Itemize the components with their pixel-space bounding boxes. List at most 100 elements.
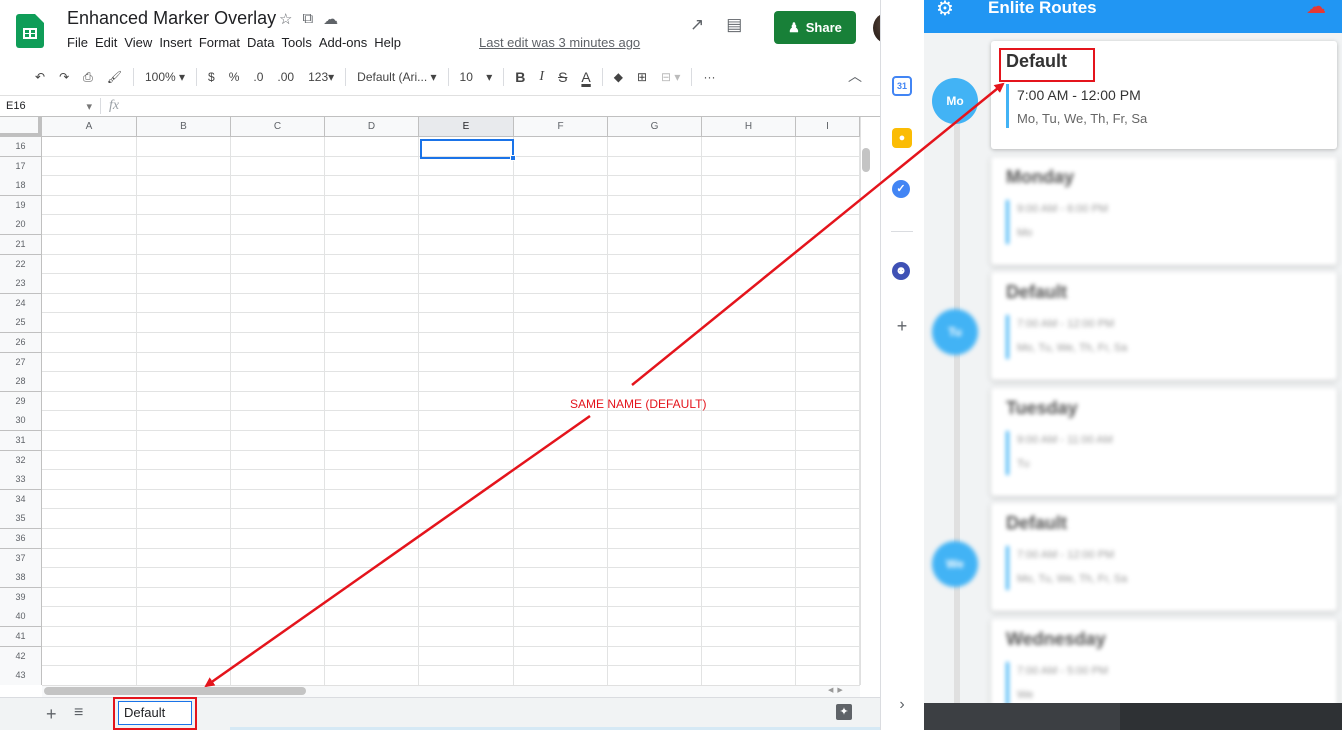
menu-item-data[interactable]: Data bbox=[247, 35, 274, 50]
row-header-35[interactable]: 35 bbox=[0, 509, 42, 530]
italic-button[interactable]: I bbox=[532, 69, 551, 85]
row-header-36[interactable]: 36 bbox=[0, 529, 42, 549]
horizontal-scroll-thumb[interactable] bbox=[44, 687, 306, 695]
row-header-39[interactable]: 39 bbox=[0, 587, 42, 608]
column-header-g[interactable]: G bbox=[608, 117, 702, 137]
document-title[interactable]: Enhanced Marker Overlay bbox=[67, 8, 276, 29]
font-size-select[interactable]: 10 ▾ bbox=[453, 70, 500, 84]
currency-format-button[interactable]: $ bbox=[201, 70, 222, 84]
more-formats-select[interactable]: 123▾ bbox=[301, 70, 341, 84]
row-header-26[interactable]: 26 bbox=[0, 333, 42, 353]
fill-handle[interactable] bbox=[510, 155, 516, 161]
row-header-29[interactable]: 29 bbox=[0, 391, 42, 412]
comments-icon[interactable]: ▤ bbox=[726, 15, 742, 35]
font-select[interactable]: Default (Ari... ▾ bbox=[350, 70, 443, 84]
row-header-25[interactable]: 25 bbox=[0, 313, 42, 334]
row-header-33[interactable]: 33 bbox=[0, 470, 42, 491]
zoom-select[interactable]: 100% ▾ bbox=[138, 70, 192, 84]
merge-cells-icon[interactable]: ⊟ ▾ bbox=[654, 70, 687, 84]
menu-item-format[interactable]: Format bbox=[199, 35, 240, 50]
increase-decimal-button[interactable]: .00 bbox=[270, 70, 301, 84]
calendar-icon[interactable]: 31 bbox=[892, 76, 912, 96]
vertical-scroll-thumb[interactable] bbox=[862, 148, 870, 172]
route-card[interactable]: Default 7:00 AM - 12:00 PM Mo, Tu, We, Th,… bbox=[991, 503, 1337, 611]
row-header-22[interactable]: 22 bbox=[0, 254, 42, 275]
row-header-43[interactable]: 43 bbox=[0, 666, 42, 685]
row-header-42[interactable]: 42 bbox=[0, 646, 42, 667]
menu-item-view[interactable]: View bbox=[124, 35, 152, 50]
row-header-17[interactable]: 17 bbox=[0, 156, 42, 177]
row-header-16[interactable]: 16 bbox=[0, 137, 42, 157]
undo-icon[interactable]: ↶ bbox=[28, 70, 52, 84]
activity-trend-icon[interactable]: ↗ bbox=[690, 15, 704, 35]
route-card[interactable]: Wednesday 7:00 AM - 5:00 PM We bbox=[991, 619, 1337, 703]
sheets-logo-icon[interactable] bbox=[16, 14, 44, 48]
scroll-left-icon[interactable]: ◀ bbox=[828, 686, 833, 694]
row-header-37[interactable]: 37 bbox=[0, 548, 42, 569]
route-card[interactable]: Monday 9:00 AM - 6:00 PM Mo bbox=[991, 157, 1337, 265]
keep-icon[interactable]: ● bbox=[892, 128, 912, 148]
spreadsheet-grid[interactable]: A B C D E F G H I 16 17 18 19 20 21 22 23 24 25 26 27 28 29 30 3… bbox=[0, 117, 860, 685]
route-card[interactable]: Default 7:00 AM - 12:00 PM Mo, Tu, We, Th,… bbox=[991, 41, 1337, 149]
column-header-d[interactable]: D bbox=[325, 117, 419, 137]
row-header-20[interactable]: 20 bbox=[0, 215, 42, 236]
column-header-c[interactable]: C bbox=[231, 117, 325, 137]
get-addons-icon[interactable]: + bbox=[892, 316, 912, 336]
paint-format-icon[interactable]: 🖌︎ bbox=[100, 70, 129, 84]
row-header-41[interactable]: 41 bbox=[0, 627, 42, 647]
row-header-31[interactable]: 31 bbox=[0, 431, 42, 451]
row-header-18[interactable]: 18 bbox=[0, 176, 42, 197]
column-header-i[interactable]: I bbox=[796, 117, 860, 137]
row-header-21[interactable]: 21 bbox=[0, 235, 42, 255]
column-header-e[interactable]: E bbox=[419, 117, 514, 137]
star-icon[interactable]: ☆ bbox=[279, 10, 292, 28]
menu-item-help[interactable]: Help bbox=[374, 35, 401, 50]
last-edit-link[interactable]: Last edit was 3 minutes ago bbox=[479, 35, 640, 50]
all-sheets-icon[interactable]: ≡ bbox=[74, 704, 83, 722]
print-icon[interactable]: ⎙ bbox=[76, 70, 100, 85]
name-box[interactable]: E16 ▾ bbox=[0, 100, 100, 113]
route-card[interactable]: Tuesday 9:00 AM - 11:00 AM Tu bbox=[991, 388, 1337, 496]
enlite-addon-icon[interactable]: ⚉ bbox=[892, 262, 910, 280]
row-header-30[interactable]: 30 bbox=[0, 411, 42, 432]
fill-color-icon[interactable]: ◆ bbox=[607, 70, 630, 84]
row-header-23[interactable]: 23 bbox=[0, 274, 42, 295]
row-header-19[interactable]: 19 bbox=[0, 195, 42, 216]
move-folder-icon[interactable]: ⧉ bbox=[302, 10, 313, 28]
borders-icon[interactable]: ⊞ bbox=[630, 70, 654, 84]
bold-button[interactable]: B bbox=[508, 69, 532, 85]
redo-icon[interactable]: ↷ bbox=[52, 70, 76, 84]
select-all-corner[interactable] bbox=[0, 117, 42, 137]
row-header-40[interactable]: 40 bbox=[0, 607, 42, 628]
scroll-arrows[interactable]: ◀ ▶ bbox=[828, 686, 843, 694]
menu-item-edit[interactable]: Edit bbox=[95, 35, 117, 50]
column-header-b[interactable]: B bbox=[137, 117, 231, 137]
percent-format-button[interactable]: % bbox=[222, 70, 247, 84]
share-button[interactable]: ♟ Share bbox=[774, 11, 856, 44]
cloud-off-icon[interactable]: ☁ bbox=[1306, 0, 1326, 19]
decrease-decimal-button[interactable]: .0 bbox=[246, 70, 270, 84]
text-color-button[interactable]: A bbox=[574, 69, 597, 85]
scroll-right-icon[interactable]: ▶ bbox=[837, 686, 842, 694]
chevron-up-icon[interactable]: ︿ bbox=[848, 66, 862, 86]
cloud-status-icon[interactable]: ☁ bbox=[323, 10, 338, 28]
selected-cell[interactable] bbox=[420, 139, 514, 159]
strikethrough-button[interactable]: S bbox=[551, 69, 574, 85]
explore-icon[interactable]: ✦ bbox=[836, 704, 852, 720]
row-header-28[interactable]: 28 bbox=[0, 372, 42, 393]
route-card[interactable]: Default 7:00 AM - 12:00 PM Mo, Tu, We, Th,… bbox=[991, 272, 1337, 380]
menu-item-file[interactable]: File bbox=[67, 35, 88, 50]
menu-item-add-ons[interactable]: Add-ons bbox=[319, 35, 367, 50]
column-header-f[interactable]: F bbox=[514, 117, 608, 137]
gear-icon[interactable]: ⚙ bbox=[936, 0, 954, 21]
tasks-icon[interactable]: ✓ bbox=[892, 180, 910, 198]
menu-item-tools[interactable]: Tools bbox=[281, 35, 311, 50]
menu-item-insert[interactable]: Insert bbox=[159, 35, 192, 50]
column-header-a[interactable]: A bbox=[42, 117, 137, 137]
add-sheet-icon[interactable]: + bbox=[46, 704, 57, 725]
more-options-button[interactable]: ··· bbox=[696, 70, 722, 84]
column-header-h[interactable]: H bbox=[702, 117, 796, 137]
row-header-32[interactable]: 32 bbox=[0, 450, 42, 471]
row-header-38[interactable]: 38 bbox=[0, 568, 42, 589]
row-header-27[interactable]: 27 bbox=[0, 352, 42, 373]
